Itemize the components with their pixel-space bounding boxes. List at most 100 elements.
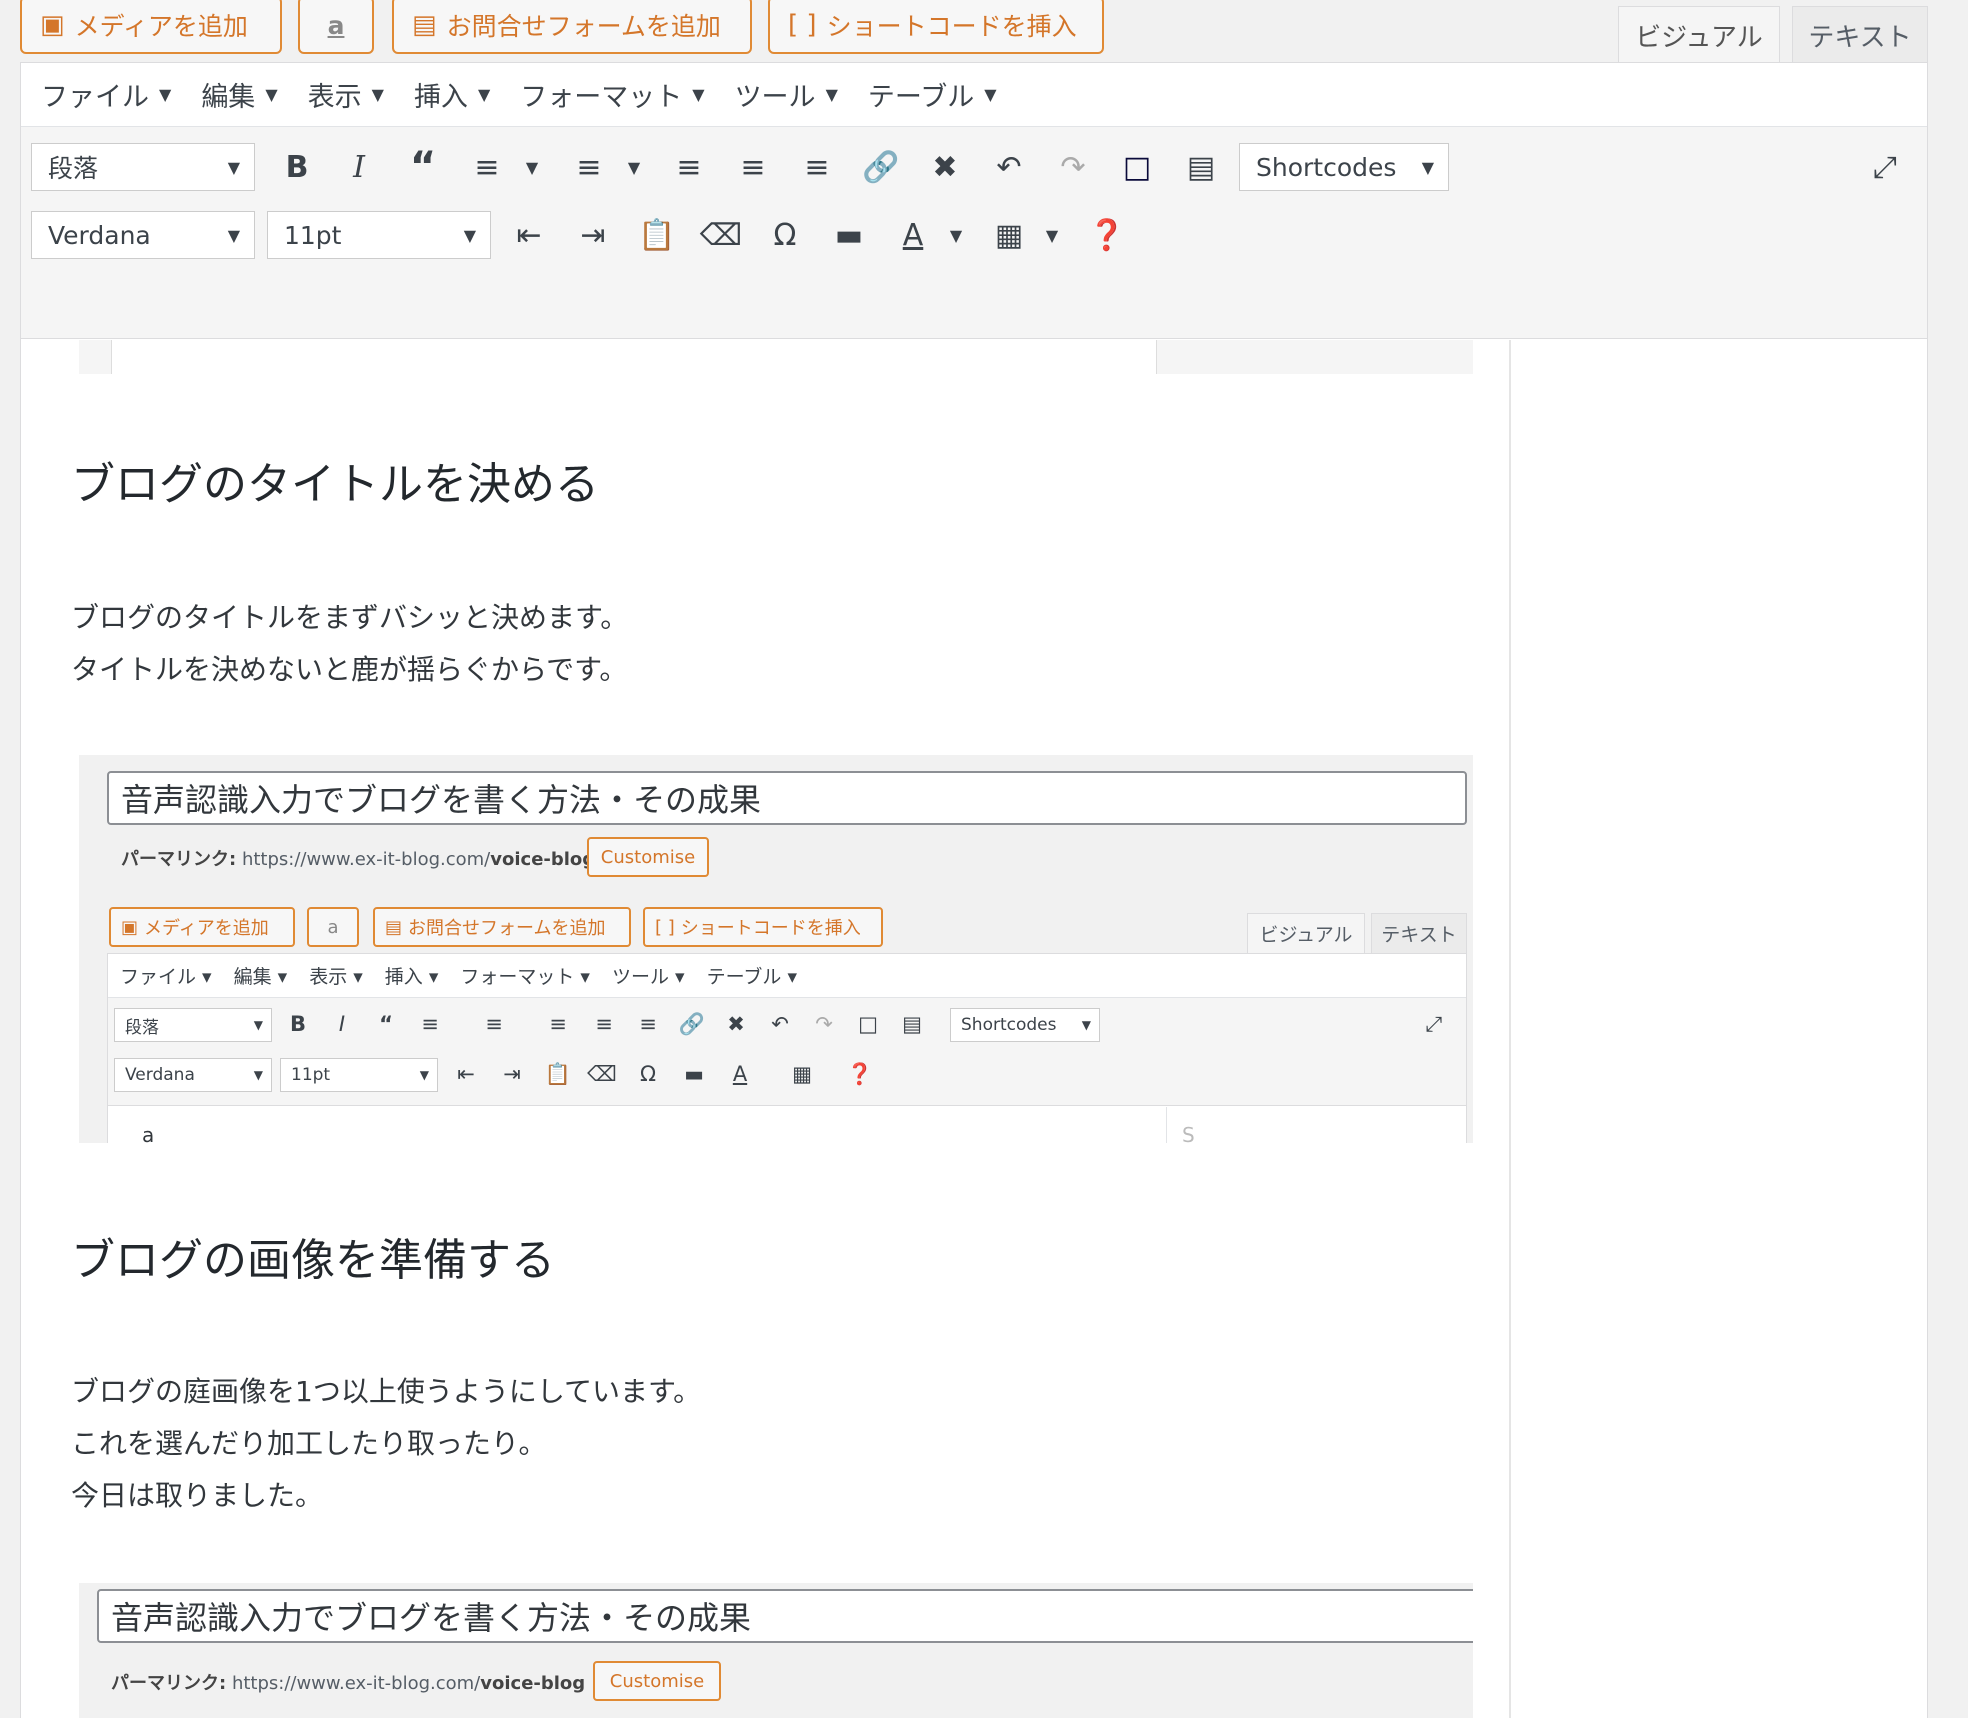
tab-text: テキスト (1371, 913, 1467, 953)
paste-text-icon[interactable]: 📋 (631, 211, 683, 259)
editor-side-panel (1511, 340, 1927, 1718)
bold-button[interactable]: B (271, 143, 323, 191)
menu-file-label: ファイル (120, 966, 197, 988)
customise-label: Customise (600, 846, 696, 868)
menu-format-label: フォーマット (520, 82, 683, 113)
align-left-button[interactable]: ≡ (663, 143, 715, 191)
chevron-down-icon: ▼ (227, 225, 240, 245)
permalink-base: https://www.ex-it-blog.com/ (241, 849, 491, 870)
form-icon: ▤ (902, 1012, 922, 1036)
table-icon[interactable]: ▦ (983, 211, 1035, 259)
editor-toolbar: 段落 ▼ B I “ ≡ ≡ ≡ ≡ ≡ 🔗 ✖ ↶ ↷ □ ▤ Shortco… (108, 998, 1466, 1106)
insert-shortcode-button[interactable]: [ ] ショートコードを挿入 (768, 0, 1104, 54)
blockquote-button[interactable]: “ (397, 143, 449, 191)
tab-visual-label: ビジュアル (1635, 23, 1763, 53)
tab-text-label: テキスト (1381, 924, 1457, 946)
tab-visual-label: ビジュアル (1259, 924, 1353, 946)
plugin-square-icon[interactable]: □ (1111, 143, 1163, 191)
font-family-value: Verdana (125, 1065, 195, 1085)
italic-button[interactable]: I (333, 143, 385, 191)
chevron-down-icon: ▼ (253, 1068, 263, 1082)
plugin-square-icon: □ (858, 1012, 878, 1036)
media-icon: ▣ (40, 10, 65, 40)
editor-content[interactable]: ブログのタイトルを決める ブログのタイトルをまずバシッと決めます。 タイトルを決… (21, 340, 1509, 1718)
tab-text[interactable]: テキスト (1792, 6, 1928, 64)
menu-insert[interactable]: 挿入 ▼ (414, 75, 490, 114)
chevron-down-icon: ▼ (463, 225, 476, 245)
permalink-label: パーマリンク: (121, 849, 237, 870)
customise-label: Customise (609, 1670, 705, 1692)
align-center-button[interactable]: ≡ (727, 143, 779, 191)
menu-format[interactable]: フォーマット ▼ (520, 75, 704, 114)
numbered-list-button[interactable]: ≡ (563, 143, 615, 191)
post-title-field: 音声認識入力でブログを書く方法・その成果 (107, 771, 1467, 825)
align-right-button[interactable]: ≡ (791, 143, 843, 191)
read-more-icon: ▬ (684, 1062, 704, 1086)
special-char-icon[interactable]: Ω (759, 211, 811, 259)
fullscreen-icon: ⤢ (1425, 1012, 1443, 1036)
bold-button: B (289, 1012, 306, 1036)
table-dropdown[interactable]: ▼ (1041, 211, 1063, 259)
tab-text-label: テキスト (1808, 23, 1912, 53)
link-icon[interactable]: 🔗 (855, 143, 907, 191)
chevron-down-icon: ▼ (265, 85, 278, 104)
menu-view[interactable]: 表示 ▼ (308, 75, 384, 114)
menu-edit-label: 編集 (233, 966, 272, 988)
unlink-icon: ✖ (727, 1012, 745, 1036)
read-more-icon[interactable]: ▬ (823, 211, 875, 259)
tab-visual[interactable]: ビジュアル (1618, 6, 1780, 64)
fullscreen-icon[interactable]: ⤢ (1859, 143, 1911, 191)
numbered-list-dropdown[interactable]: ▼ (623, 143, 645, 191)
chevron-down-icon: ▼ (1081, 1018, 1091, 1032)
menu-edit-label: 編集 (201, 82, 256, 113)
indent-icon: ⇥ (503, 1062, 521, 1086)
font-size-select[interactable]: 11pt ▼ (267, 211, 491, 259)
embedded-screenshot-image[interactable]: 音声認識入力でブログを書く方法・その成果 パーマリンク: https://www… (79, 755, 1473, 1143)
outdent-icon[interactable]: ⇤ (503, 211, 555, 259)
text-color-dropdown[interactable]: ▼ (945, 211, 967, 259)
bullet-list-dropdown[interactable]: ▼ (521, 143, 543, 191)
customise-button: Customise (587, 837, 709, 877)
undo-icon[interactable]: ↶ (983, 143, 1035, 191)
menu-table[interactable]: テーブル ▼ (868, 75, 997, 114)
format-select-value: 段落 (125, 1017, 159, 1038)
menu-table-label: テーブル (867, 82, 975, 113)
add-media-button[interactable]: ▣ メディアを追加 (20, 0, 282, 54)
amazon-button[interactable]: a (298, 0, 374, 54)
customise-button: Customise (593, 1661, 721, 1701)
clear-format-icon[interactable]: ⌫ (695, 211, 747, 259)
unlink-icon[interactable]: ✖ (919, 143, 971, 191)
add-contact-form-button[interactable]: ▤ お問合せフォームを追加 (392, 0, 752, 54)
insert-shortcode-label: ショートコードを挿入 (826, 12, 1077, 41)
menu-table-label: テーブル (706, 966, 782, 988)
permalink-slug: voice-blog (480, 1673, 586, 1694)
shortcodes-select[interactable]: Shortcodes ▼ (1239, 143, 1449, 191)
font-family-select[interactable]: Verdana ▼ (31, 211, 255, 259)
bullet-list-button: ≡ (421, 1012, 439, 1036)
image-fragment (79, 340, 1473, 374)
menu-edit: 編集 ▾ (233, 966, 288, 988)
format-select: 段落 ▼ (114, 1008, 272, 1042)
form-icon[interactable]: ▤ (1175, 143, 1227, 191)
menu-edit[interactable]: 編集 ▼ (201, 75, 277, 114)
bullet-list-button[interactable]: ≡ (461, 143, 513, 191)
side-char: S (1182, 1123, 1195, 1143)
permalink: パーマリンク: https://www.ex-it-blog.com/voice… (111, 1669, 585, 1695)
post-title-text: 音声認識入力でブログを書く方法・その成果 (121, 781, 762, 819)
paragraph-line: ブログのタイトルをまずバシッと決めます。 (71, 601, 629, 634)
editor-menubar: ファイル ▼ 編集 ▼ 表示 ▼ 挿入 ▼ フォーマット ▼ ツール ▼ テーブル ▼ (21, 63, 1927, 127)
text-color-icon[interactable]: A (887, 211, 939, 259)
menu-format: フォーマット ▾ (460, 966, 590, 988)
help-icon[interactable]: ❓ (1081, 211, 1133, 259)
menu-tools[interactable]: ツール ▼ (735, 75, 838, 114)
clear-format-icon: ⌫ (587, 1062, 617, 1086)
align-center-button: ≡ (595, 1012, 613, 1036)
menu-file[interactable]: ファイル ▼ (41, 75, 171, 114)
editor-content: a S (108, 1107, 1466, 1143)
chevron-down-icon: ▼ (1421, 157, 1434, 177)
format-select[interactable]: 段落 ▼ (31, 143, 255, 191)
indent-icon[interactable]: ⇥ (567, 211, 619, 259)
permalink: パーマリンク: https://www.ex-it-blog.com/voice… (121, 845, 595, 871)
embedded-screenshot-image[interactable]: 音声認識入力でブログを書く方法・その成果 パーマリンク: https://www… (79, 1583, 1473, 1718)
redo-icon[interactable]: ↷ (1047, 143, 1099, 191)
